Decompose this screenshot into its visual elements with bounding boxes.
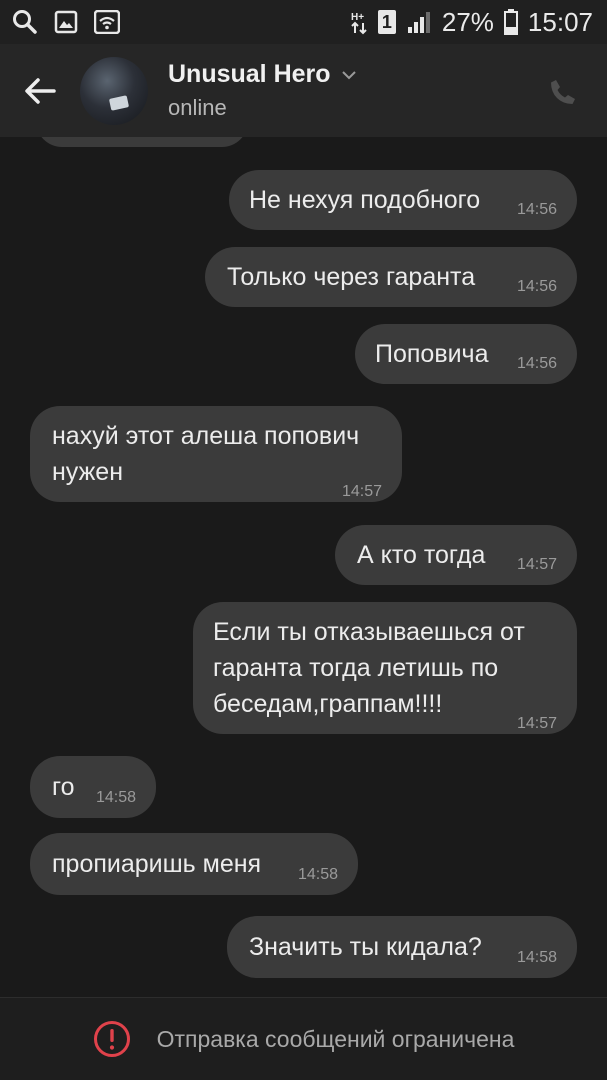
message-time: 14:58 [95, 789, 136, 806]
wifi-icon [94, 10, 120, 34]
data-arrows-icon: H+ [350, 9, 368, 35]
contact-status: online [168, 95, 227, 120]
svg-text:H+: H+ [351, 12, 364, 23]
message-time: 14:56 [516, 201, 557, 218]
alert-circle-icon [93, 1021, 130, 1057]
message-time: 14:57 [341, 483, 382, 500]
message-bubble-incoming[interactable]: нахуй этот алеша попович нужен 14:57 [30, 406, 402, 502]
message-time: 14:57 [516, 556, 557, 573]
avatar[interactable] [80, 56, 148, 125]
partial-message-bubble [36, 137, 248, 147]
message-time: 14:56 [516, 355, 557, 372]
message-bubble-incoming[interactable]: го 14:58 [30, 756, 156, 818]
battery-percent: 27% [441, 6, 494, 37]
message-bubble-outgoing[interactable]: Только через гаранта 14:56 [205, 247, 577, 307]
message-list[interactable]: Не нехуя подобного 14:56 Только через га… [0, 137, 607, 997]
call-button[interactable] [543, 72, 583, 112]
signal-icon [406, 10, 432, 34]
clock: 15:07 [527, 6, 593, 37]
message-time: 14:58 [516, 949, 557, 966]
restricted-notice-bar: Отправка сообщений ограничена [0, 997, 607, 1080]
search-icon [12, 9, 38, 35]
chevron-down-icon [341, 70, 356, 79]
message-bubble-outgoing[interactable]: А кто тогда 14:57 [335, 525, 577, 585]
status-bar: H+ 1 27% 15:07 [0, 0, 607, 44]
message-bubble-outgoing[interactable]: Поповича 14:56 [355, 324, 577, 384]
back-button[interactable] [0, 44, 80, 137]
restricted-notice-text: Отправка сообщений ограничена [156, 1025, 515, 1052]
message-bubble-outgoing[interactable]: Значить ты кидала? 14:58 [227, 916, 577, 978]
message-time: 14:56 [516, 278, 557, 295]
phone-icon [551, 80, 575, 104]
contact-info[interactable]: Unusual Hero online [168, 60, 357, 121]
message-time: 14:57 [516, 715, 557, 732]
sim-icon: 1 [377, 10, 396, 34]
message-bubble-outgoing[interactable]: Не нехуя подобного 14:56 [229, 170, 577, 230]
chat-header: Unusual Hero online [0, 44, 607, 137]
battery-icon [503, 9, 518, 35]
back-arrow-icon [25, 77, 56, 104]
message-text: Если ты отказываешься от гаранта тогда л… [213, 618, 525, 718]
contact-name: Unusual Hero [168, 60, 331, 88]
message-bubble-incoming[interactable]: пропиаришь меня 14:58 [30, 833, 358, 895]
message-bubble-outgoing[interactable]: Если ты отказываешься от гаранта тогда л… [193, 602, 577, 734]
image-icon [54, 10, 78, 34]
message-time: 14:58 [297, 866, 338, 883]
